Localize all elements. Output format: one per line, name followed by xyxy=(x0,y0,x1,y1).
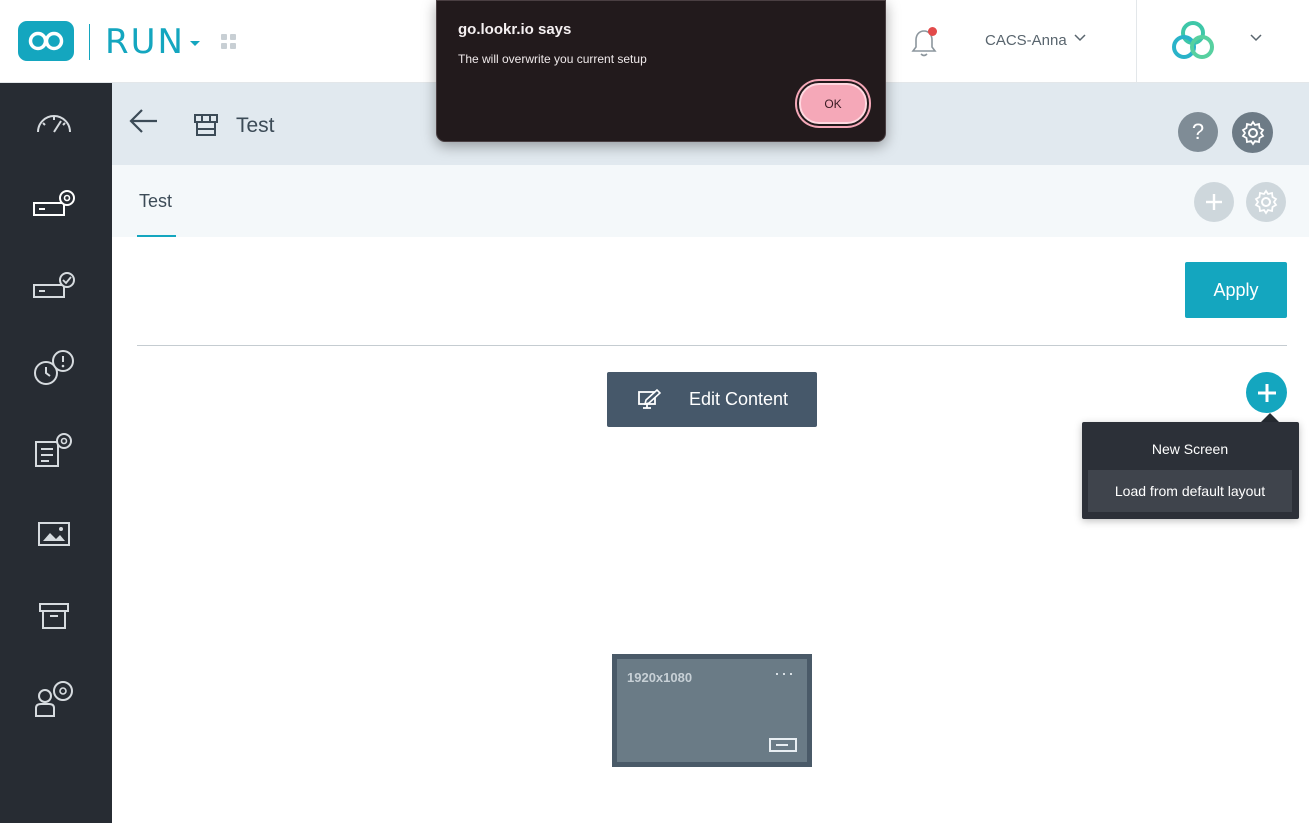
ok-button[interactable]: OK xyxy=(799,83,867,124)
display-device-icon xyxy=(769,738,797,752)
topbar-divider xyxy=(1136,0,1137,83)
active-tab-indicator xyxy=(137,235,176,237)
add-screen-button[interactable] xyxy=(1246,372,1287,413)
alert-clock-icon[interactable] xyxy=(26,343,82,393)
tab-bar: Test xyxy=(112,165,1309,237)
apply-button[interactable]: Apply xyxy=(1185,262,1287,318)
browser-alert-dialog: go.lookr.io says The will overwrite you … xyxy=(436,0,886,142)
back-arrow-icon[interactable] xyxy=(129,108,159,134)
user-name[interactable]: CACS-Anna xyxy=(985,32,1067,49)
menu-item-new-screen[interactable]: New Screen xyxy=(1088,428,1292,470)
content-settings-icon[interactable] xyxy=(26,425,82,475)
page-title: Test xyxy=(236,114,275,137)
plus-icon xyxy=(1206,194,1222,210)
help-button[interactable]: ? xyxy=(1178,112,1218,152)
notification-dot xyxy=(928,27,937,36)
apps-grid-icon[interactable] xyxy=(221,34,237,50)
dialog-title: go.lookr.io says xyxy=(458,21,572,38)
store-icon xyxy=(194,114,218,136)
media-image-icon[interactable] xyxy=(26,509,82,559)
screen-resolution: 1920x1080 xyxy=(627,670,693,685)
chevron-down-icon[interactable] xyxy=(1250,34,1262,42)
gear-icon[interactable] xyxy=(1246,182,1286,222)
dashboard-gauge-icon[interactable] xyxy=(26,97,82,147)
logo-divider xyxy=(89,24,90,60)
user-settings-icon[interactable] xyxy=(26,673,82,723)
caret-down-icon[interactable] xyxy=(190,41,200,46)
gear-icon[interactable] xyxy=(1232,112,1273,153)
device-settings-icon[interactable] xyxy=(26,179,82,229)
app-name[interactable]: RUN xyxy=(105,22,185,62)
tab-label: Test xyxy=(139,191,173,211)
edit-screen-icon xyxy=(638,389,661,409)
brand-rings-icon[interactable] xyxy=(1168,20,1218,64)
add-tab-button[interactable] xyxy=(1194,182,1234,222)
more-options-icon[interactable]: ··· xyxy=(774,663,795,684)
menu-pointer xyxy=(1261,413,1279,422)
add-screen-menu: New Screen Load from default layout xyxy=(1082,422,1299,519)
edit-content-label: Edit Content xyxy=(689,389,789,409)
tab-test[interactable]: Test xyxy=(137,165,176,237)
menu-item-load-default-layout[interactable]: Load from default layout xyxy=(1088,470,1292,512)
dialog-message: The will overwrite you current setup xyxy=(458,52,647,66)
screen-card[interactable]: 1920x1080 ··· xyxy=(612,654,812,767)
sidebar xyxy=(0,83,112,823)
content-divider xyxy=(137,345,1287,346)
chevron-down-icon[interactable] xyxy=(1074,34,1086,42)
archive-icon[interactable] xyxy=(26,591,82,641)
plus-icon xyxy=(1257,383,1276,402)
edit-content-button[interactable]: Edit Content xyxy=(607,372,817,427)
infinity-logo-icon[interactable] xyxy=(18,21,74,61)
device-check-icon[interactable] xyxy=(26,261,82,311)
